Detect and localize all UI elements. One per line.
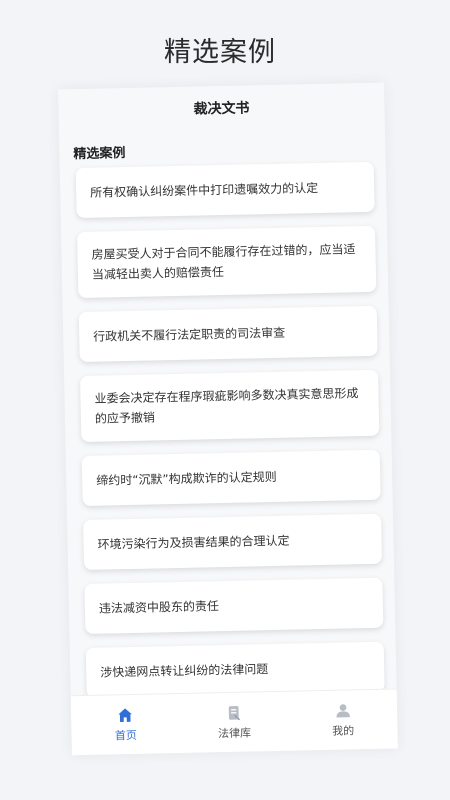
case-list: 所有权确认纠纷案件中打印遗嘱效力的认定 房屋买受人对于合同不能履行存在过错的，应…	[60, 156, 397, 699]
law-library-icon	[228, 706, 241, 721]
user-icon	[336, 704, 350, 718]
bottom-tab-bar: 首页 法律库 我的	[70, 688, 398, 756]
promo-title: 精选案例	[164, 37, 276, 68]
case-title: 所有权确认纠纷案件中打印遗嘱效力的认定	[90, 180, 319, 200]
case-title: 房屋买受人对于合同不能履行存在过错的，应当适当减轻出卖人的赔偿责任	[91, 242, 356, 282]
tab-mine[interactable]: 我的	[303, 701, 384, 740]
home-icon	[118, 708, 133, 722]
page-header: 裁决文书	[58, 83, 385, 134]
case-title: 环境污染行为及损害结果的合理认定	[97, 533, 290, 552]
case-card[interactable]: 违法减资中股东的责任	[84, 577, 384, 634]
tab-mine-label: 我的	[332, 724, 355, 738]
case-card[interactable]: 缔约时“沉默”构成欺诈的认定规则	[81, 449, 381, 506]
case-card[interactable]: 所有权确认纠纷案件中打印遗嘱效力的认定	[75, 161, 375, 219]
phone-screen: 裁决文书 精选案例 所有权确认纠纷案件中打印遗嘱效力的认定 房屋买受人对于合同不…	[58, 82, 398, 756]
case-title: 业委会决定存在程序瑕疵影响多数决真实意思形成的应予撤销	[94, 386, 359, 426]
case-card[interactable]: 环境污染行为及损害结果的合理认定	[83, 513, 383, 570]
tab-law-library-label: 法律库	[217, 726, 252, 741]
tab-law-library[interactable]: 法律库	[194, 703, 275, 742]
case-title: 行政机关不履行法定职责的司法审查	[93, 325, 286, 344]
case-card[interactable]: 业委会决定存在程序瑕疵影响多数决真实意思形成的应予撤销	[80, 369, 380, 443]
case-card[interactable]: 房屋买受人对于合同不能履行存在过错的，应当适当减轻出卖人的赔偿责任	[77, 225, 377, 299]
case-title: 缔约时“沉默”构成欺诈的认定规则	[96, 469, 277, 488]
tab-home[interactable]: 首页	[85, 705, 166, 744]
case-title: 违法减资中股东的责任	[98, 599, 220, 616]
tab-home-label: 首页	[114, 728, 138, 743]
case-title: 涉快递网点转让纠纷的法律问题	[100, 662, 269, 680]
page-title: 裁决文书	[193, 100, 250, 118]
case-card[interactable]: 行政机关不履行法定职责的司法审查	[78, 305, 378, 363]
